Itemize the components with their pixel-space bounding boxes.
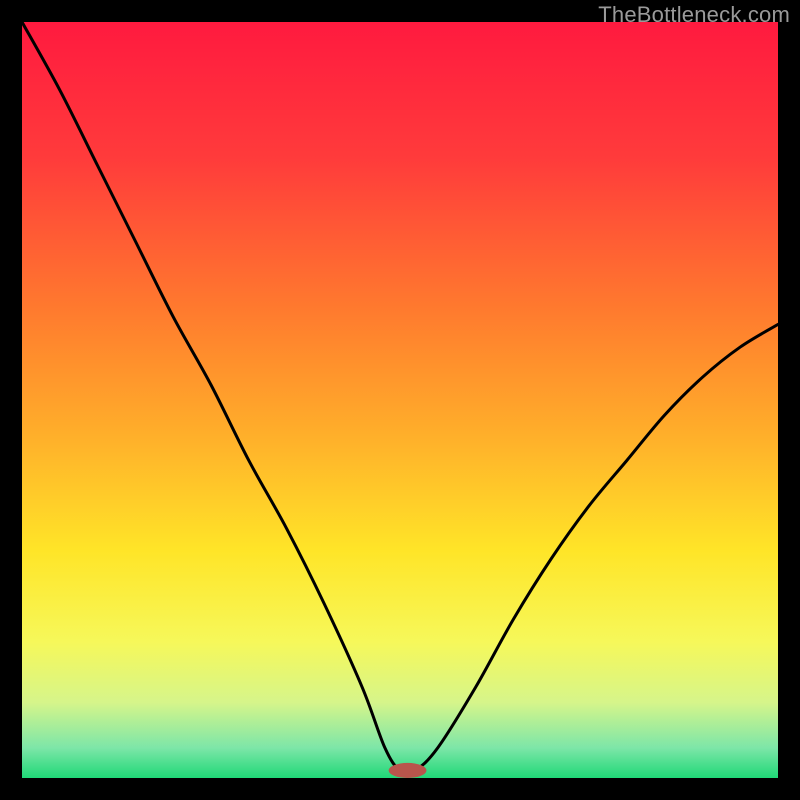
chart-frame: TheBottleneck.com bbox=[0, 0, 800, 800]
gradient-background bbox=[22, 22, 778, 778]
chart-svg bbox=[22, 22, 778, 778]
minimum-marker bbox=[389, 763, 427, 778]
watermark-text: TheBottleneck.com bbox=[598, 2, 790, 28]
plot-area bbox=[22, 22, 778, 778]
